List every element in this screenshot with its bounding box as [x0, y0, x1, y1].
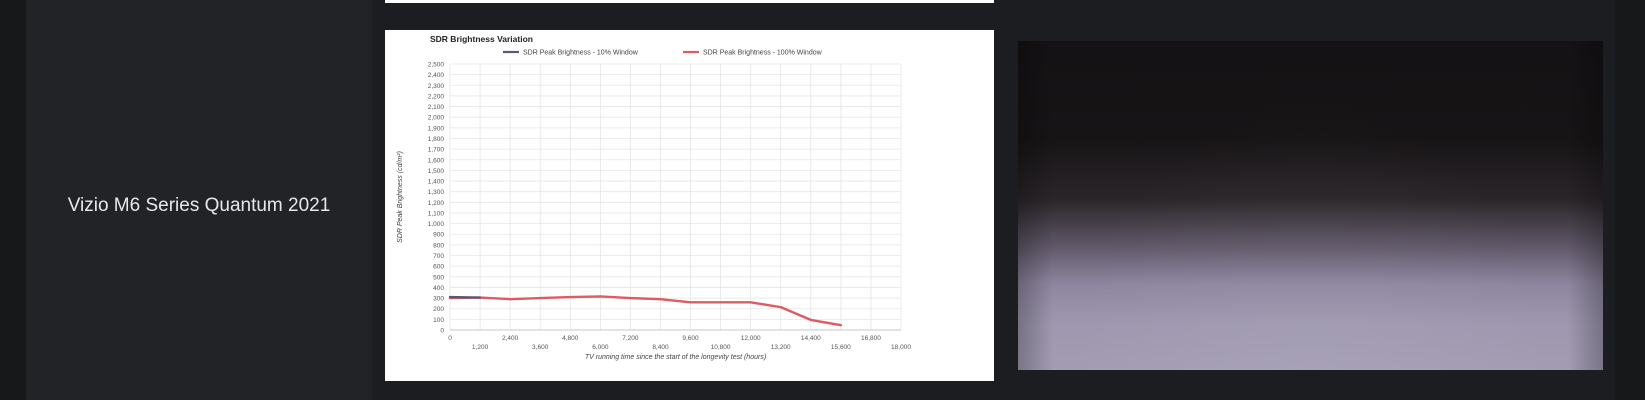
photo-vignette: [1018, 41, 1603, 370]
legend-label: SDR Peak Brightness - 10% Window: [523, 50, 639, 57]
tv-name-cell: Vizio M6 Series Quantum 2021: [26, 0, 372, 400]
chart-legend: SDR Peak Brightness - 10% Window SDR Peak…: [503, 50, 823, 57]
y-tick-label: 1,100: [428, 210, 445, 217]
x-tick-label: 8,400: [652, 344, 669, 351]
y-axis-ticks: 0 100 200 300 400 500 600 700 800 900 1,000 1,100 1,…: [428, 62, 445, 335]
y-tick-label: 2,200: [428, 93, 445, 100]
y-axis-label: SDR Peak Brightness (cd/m²): [397, 151, 404, 243]
tv-screen-uniformity-photo: [1018, 41, 1603, 370]
previous-row-chart-image-edge: [385, 0, 994, 3]
y-tick-label: 500: [433, 274, 444, 281]
y-tick-label: 700: [433, 253, 444, 260]
x-tick-label: 10,800: [711, 344, 731, 351]
x-tick-label: 0: [448, 335, 452, 342]
x-tick-label: 9,600: [682, 335, 699, 342]
series-line: [448, 295, 843, 327]
y-tick-label: 1,300: [428, 189, 445, 196]
x-axis-label: TV running time since the start of the l…: [585, 354, 766, 361]
y-tick-label: 200: [433, 306, 444, 313]
y-tick-label: 1,400: [428, 179, 445, 186]
x-tick-label: 3,600: [532, 344, 549, 351]
chart-grid: [449, 63, 902, 331]
y-tick-label: 2,100: [428, 104, 445, 111]
x-tick-label: 6,000: [592, 344, 609, 351]
y-tick-label: 400: [433, 285, 444, 292]
y-tick-label: 2,400: [428, 72, 445, 79]
y-tick-label: 900: [433, 232, 444, 239]
y-tick-label: 1,200: [428, 200, 445, 207]
y-tick-label: 600: [433, 264, 444, 271]
y-tick-label: 1,800: [428, 136, 445, 143]
y-tick-label: 300: [433, 296, 444, 303]
chart-title: SDR Brightness Variation: [430, 34, 533, 44]
x-tick-label: 2,400: [502, 335, 519, 342]
y-tick-label: 1,600: [428, 157, 445, 164]
brightness-chart: SDR Brightness Variation SDR Peak Bright…: [397, 34, 911, 361]
x-tick-label: 12,000: [741, 335, 761, 342]
y-tick-label: 1,000: [428, 221, 445, 228]
x-tick-label: 7,200: [622, 335, 639, 342]
y-tick-label: 1,700: [428, 147, 445, 154]
y-tick-label: 1,900: [428, 125, 445, 132]
x-tick-label: 1,200: [472, 344, 489, 351]
x-tick-label: 15,600: [831, 344, 851, 351]
x-tick-label: 4,800: [562, 335, 579, 342]
legend-label: SDR Peak Brightness - 100% Window: [703, 50, 823, 57]
page-gutter-right: [1615, 0, 1645, 400]
x-tick-label: 16,800: [861, 335, 881, 342]
x-tick-label: 13,200: [771, 344, 791, 351]
y-tick-label: 800: [433, 242, 444, 249]
y-tick-label: 100: [433, 317, 444, 324]
y-tick-label: 1,500: [428, 168, 445, 175]
x-axis-ticks: 0 1,200 2,400 3,600 4,800 6,000 7,200 8,400 9,60…: [448, 335, 911, 351]
series-line: [448, 295, 482, 299]
brightness-chart-image: SDR Brightness Variation SDR Peak Bright…: [385, 30, 994, 381]
chart-series-lines: [448, 295, 843, 327]
y-tick-label: 2,500: [428, 62, 445, 69]
page-gutter-left: [0, 0, 26, 400]
tv-model-name: Vizio M6 Series Quantum 2021: [67, 195, 331, 216]
y-tick-label: 2,000: [428, 115, 445, 122]
x-tick-label: 14,400: [801, 335, 821, 342]
x-tick-label: 18,000: [891, 344, 911, 351]
y-tick-label: 0: [440, 328, 444, 335]
y-tick-label: 2,300: [428, 83, 445, 90]
